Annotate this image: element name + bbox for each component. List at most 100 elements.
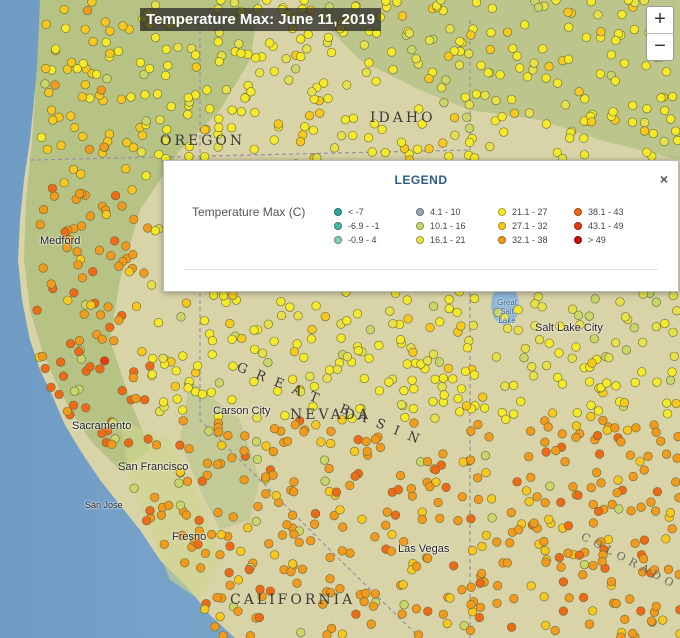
station-marker[interactable] — [524, 497, 534, 507]
station-marker[interactable] — [229, 0, 239, 8]
station-marker[interactable] — [249, 325, 259, 335]
station-marker[interactable] — [128, 373, 138, 383]
station-marker[interactable] — [660, 318, 670, 329]
station-marker[interactable] — [646, 616, 657, 626]
station-marker[interactable] — [617, 10, 627, 20]
station-marker[interactable] — [364, 133, 374, 143]
station-marker[interactable] — [65, 339, 76, 349]
station-marker[interactable] — [326, 426, 336, 437]
station-marker[interactable] — [526, 581, 536, 591]
station-marker[interactable] — [422, 456, 433, 467]
station-marker[interactable] — [627, 628, 638, 638]
station-marker[interactable] — [85, 93, 95, 103]
station-marker[interactable] — [150, 492, 160, 502]
station-marker[interactable] — [524, 108, 535, 118]
station-marker[interactable] — [209, 290, 219, 300]
station-marker[interactable] — [86, 300, 96, 310]
station-marker[interactable] — [636, 502, 646, 512]
station-marker[interactable] — [474, 612, 485, 623]
station-marker[interactable] — [255, 68, 265, 78]
station-marker[interactable] — [183, 93, 193, 103]
station-marker[interactable] — [385, 306, 395, 316]
station-marker[interactable] — [73, 260, 83, 270]
station-marker[interactable] — [521, 486, 532, 496]
station-marker[interactable] — [403, 314, 413, 324]
station-marker[interactable] — [388, 64, 398, 75]
station-marker[interactable] — [105, 48, 115, 59]
station-marker[interactable] — [276, 297, 286, 307]
station-marker[interactable] — [473, 494, 484, 505]
station-marker[interactable] — [351, 609, 361, 619]
station-marker[interactable] — [509, 108, 520, 118]
station-marker[interactable] — [541, 557, 551, 567]
station-marker[interactable] — [139, 268, 149, 278]
station-marker[interactable] — [302, 44, 312, 54]
station-marker[interactable] — [41, 19, 51, 29]
station-marker[interactable] — [540, 437, 550, 447]
station-marker[interactable] — [233, 575, 244, 585]
station-marker[interactable] — [550, 625, 560, 636]
station-marker[interactable] — [261, 489, 271, 499]
station-marker[interactable] — [650, 506, 661, 516]
station-marker[interactable] — [543, 422, 553, 432]
station-marker[interactable] — [672, 135, 680, 145]
station-marker[interactable] — [640, 117, 650, 128]
station-marker[interactable] — [381, 520, 391, 530]
station-marker[interactable] — [244, 564, 254, 575]
station-marker[interactable] — [322, 630, 332, 638]
station-marker[interactable] — [667, 91, 678, 102]
station-marker[interactable] — [204, 426, 214, 436]
station-marker[interactable] — [320, 476, 330, 486]
station-marker[interactable] — [477, 541, 487, 552]
station-marker[interactable] — [492, 537, 502, 547]
station-marker[interactable] — [370, 589, 380, 599]
station-marker[interactable] — [350, 446, 360, 457]
station-marker[interactable] — [527, 362, 537, 372]
station-marker[interactable] — [243, 523, 253, 533]
station-marker[interactable] — [105, 26, 115, 36]
station-marker[interactable] — [228, 290, 238, 300]
station-marker[interactable] — [574, 550, 584, 560]
station-marker[interactable] — [620, 312, 631, 322]
station-marker[interactable] — [159, 539, 169, 549]
station-marker[interactable] — [567, 353, 577, 363]
station-marker[interactable] — [606, 50, 617, 60]
station-marker[interactable] — [437, 382, 447, 392]
station-marker[interactable] — [114, 315, 124, 325]
station-marker[interactable] — [539, 592, 549, 602]
station-marker[interactable] — [469, 370, 480, 380]
station-marker[interactable] — [519, 353, 529, 363]
station-marker[interactable] — [62, 406, 73, 416]
station-marker[interactable] — [387, 529, 397, 540]
station-marker[interactable] — [571, 432, 581, 443]
station-marker[interactable] — [532, 492, 542, 502]
station-marker[interactable] — [143, 223, 153, 233]
station-marker[interactable] — [386, 546, 396, 556]
station-marker[interactable] — [486, 27, 496, 38]
station-marker[interactable] — [345, 548, 355, 558]
station-marker[interactable] — [239, 446, 249, 456]
station-marker[interactable] — [226, 123, 237, 133]
station-marker[interactable] — [84, 144, 94, 154]
station-marker[interactable] — [218, 631, 228, 638]
station-marker[interactable] — [396, 137, 407, 147]
station-marker[interactable] — [338, 522, 348, 532]
station-marker[interactable] — [129, 214, 139, 224]
station-marker[interactable] — [619, 58, 630, 68]
station-marker[interactable] — [289, 487, 299, 497]
station-marker[interactable] — [357, 514, 367, 524]
station-marker[interactable] — [428, 397, 438, 407]
station-marker[interactable] — [611, 35, 621, 46]
station-marker[interactable] — [501, 414, 511, 424]
station-marker[interactable] — [672, 453, 680, 463]
station-marker[interactable] — [495, 70, 505, 80]
station-marker[interactable] — [652, 487, 663, 497]
station-marker[interactable] — [221, 85, 231, 95]
station-marker[interactable] — [307, 324, 317, 335]
station-marker[interactable] — [214, 56, 224, 67]
station-marker[interactable] — [117, 386, 127, 396]
station-marker[interactable] — [465, 137, 475, 147]
station-marker[interactable] — [593, 10, 603, 20]
station-marker[interactable] — [270, 550, 280, 560]
station-marker[interactable] — [639, 535, 650, 545]
